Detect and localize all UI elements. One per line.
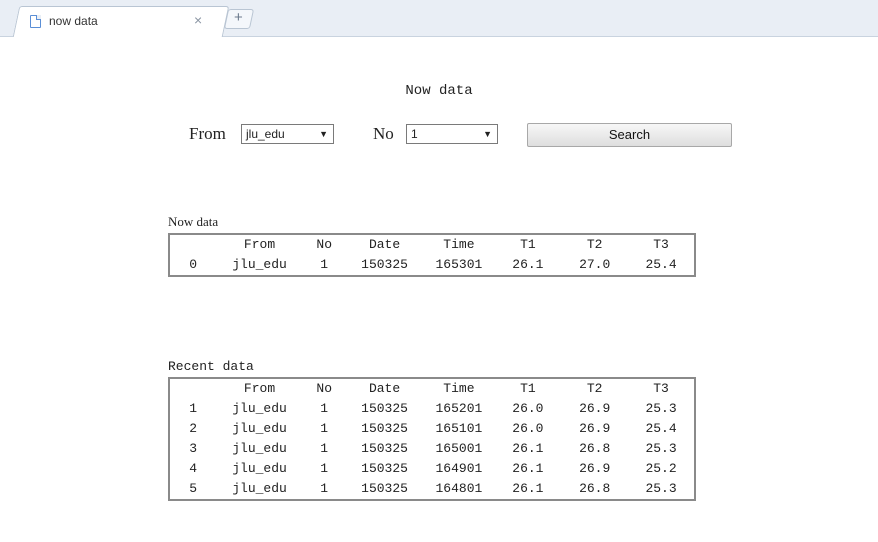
table-cell: 165101 [435,421,483,436]
table-cell: 26.8 [579,441,611,456]
table-cell: 150325 [361,441,408,456]
table-cell: 26.0 [512,401,544,416]
table-cell: 164801 [435,481,483,496]
table-cell: 150325 [361,401,408,416]
column-header [169,378,216,399]
page-title: Now data [405,83,473,99]
no-select[interactable]: 1 ▼ [406,124,498,144]
table-cell: 165201 [435,401,483,416]
table-cell: 0 [189,257,198,272]
table-cell: 26.0 [512,421,544,436]
column-header: T1 [520,381,536,396]
table-cell: 1 [189,401,198,416]
table-cell: 26.9 [579,461,611,476]
table-row: 0 jlu_edu 1 150325 165301 26.1 27.0 25.4 [169,255,695,276]
table-cell: 165001 [435,441,483,456]
table-cell: 25.4 [645,257,677,272]
table-cell: jlu_edu [232,421,287,436]
table-cell: 150325 [361,461,408,476]
page-icon [30,15,41,28]
no-label: No [373,124,394,143]
column-header: T3 [653,237,669,252]
from-label: From [189,124,226,143]
column-header: T2 [586,381,603,396]
tab-close-icon[interactable]: × [194,12,202,28]
column-header: Date [368,381,401,396]
table-row: 3 jlu_edu 1 150325 165001 26.1 26.8 25.3 [169,439,695,459]
recent-table-caption: Recent data [168,359,254,374]
now-data-table: From No Date Time T1 T2 T3 0 jlu_edu 1 150325 1653… [168,233,696,277]
table-cell: jlu_edu [232,481,287,496]
browser-tab-strip: now data × + [0,0,878,37]
column-header: No [316,381,332,396]
table-row: 2 jlu_edu 1 150325 165101 26.0 26.9 25.4 [169,419,695,439]
table-cell: 25.3 [645,401,677,416]
column-header: T3 [653,381,669,396]
table-cell: 164901 [435,461,483,476]
recent-data-table: From No Date Time T1 T2 T3 1 jlu_edu 1 150325 1652… [168,377,696,501]
table-cell: jlu_edu [232,401,287,416]
no-select-value: 1 [411,127,418,141]
table-row: 4 jlu_edu 1 150325 164901 26.1 26.9 25.2 [169,459,695,479]
table-cell: jlu_edu [232,441,287,456]
table-cell: 27.0 [579,257,611,272]
column-header: T2 [586,237,603,252]
column-header: No [316,237,332,252]
dropdown-arrow-icon: ▼ [483,129,492,139]
table-cell: 4 [189,461,198,476]
table-cell: jlu_edu [232,257,287,272]
table-cell: jlu_edu [232,461,287,476]
column-header [169,234,216,255]
table-cell: 26.1 [512,441,544,456]
table-cell: 26.1 [512,257,544,272]
browser-tab-content[interactable]: now data × [18,6,228,37]
table-cell: 26.9 [579,401,611,416]
table-cell: 3 [189,441,198,456]
table-row: 5 jlu_edu 1 150325 164801 26.1 26.8 25.3 [169,479,695,500]
table-cell: 150325 [361,481,408,496]
column-header: Date [368,237,401,252]
column-header: Time [443,237,475,252]
table-cell: 25.4 [645,421,677,436]
from-select-value: jlu_edu [246,127,285,141]
table-cell: 1 [320,461,329,476]
table-cell: 26.1 [512,481,544,496]
search-button[interactable]: Search [527,123,732,147]
column-header: From [243,381,276,396]
column-header: Time [443,381,475,396]
table-cell: 165301 [435,257,483,272]
table-header-row: From No Date Time T1 T2 T3 [169,234,695,255]
table-cell: 25.3 [645,481,677,496]
column-header: T1 [520,237,536,252]
table-cell: 1 [320,481,329,496]
plus-icon[interactable]: + [234,9,243,26]
table-cell: 150325 [361,257,408,272]
table-cell: 2 [189,421,198,436]
table-cell: 1 [320,421,329,436]
table-cell: 1 [320,401,329,416]
table-row: 1 jlu_edu 1 150325 165201 26.0 26.9 25.3 [169,399,695,419]
table-cell: 1 [320,257,329,272]
table-cell: 26.8 [579,481,611,496]
table-cell: 150325 [361,421,408,436]
from-select[interactable]: jlu_edu ▼ [241,124,334,144]
table-header-row: From No Date Time T1 T2 T3 [169,378,695,399]
column-header: From [243,237,276,252]
table-cell: 25.3 [645,441,677,456]
table-cell: 1 [320,441,329,456]
now-table-caption: Now data [168,214,219,229]
table-cell: 25.2 [645,461,677,476]
tab-title: now data [49,14,98,28]
table-cell: 5 [189,481,198,496]
table-cell: 26.1 [512,461,544,476]
table-cell: 26.9 [579,421,611,436]
dropdown-arrow-icon: ▼ [319,129,328,139]
